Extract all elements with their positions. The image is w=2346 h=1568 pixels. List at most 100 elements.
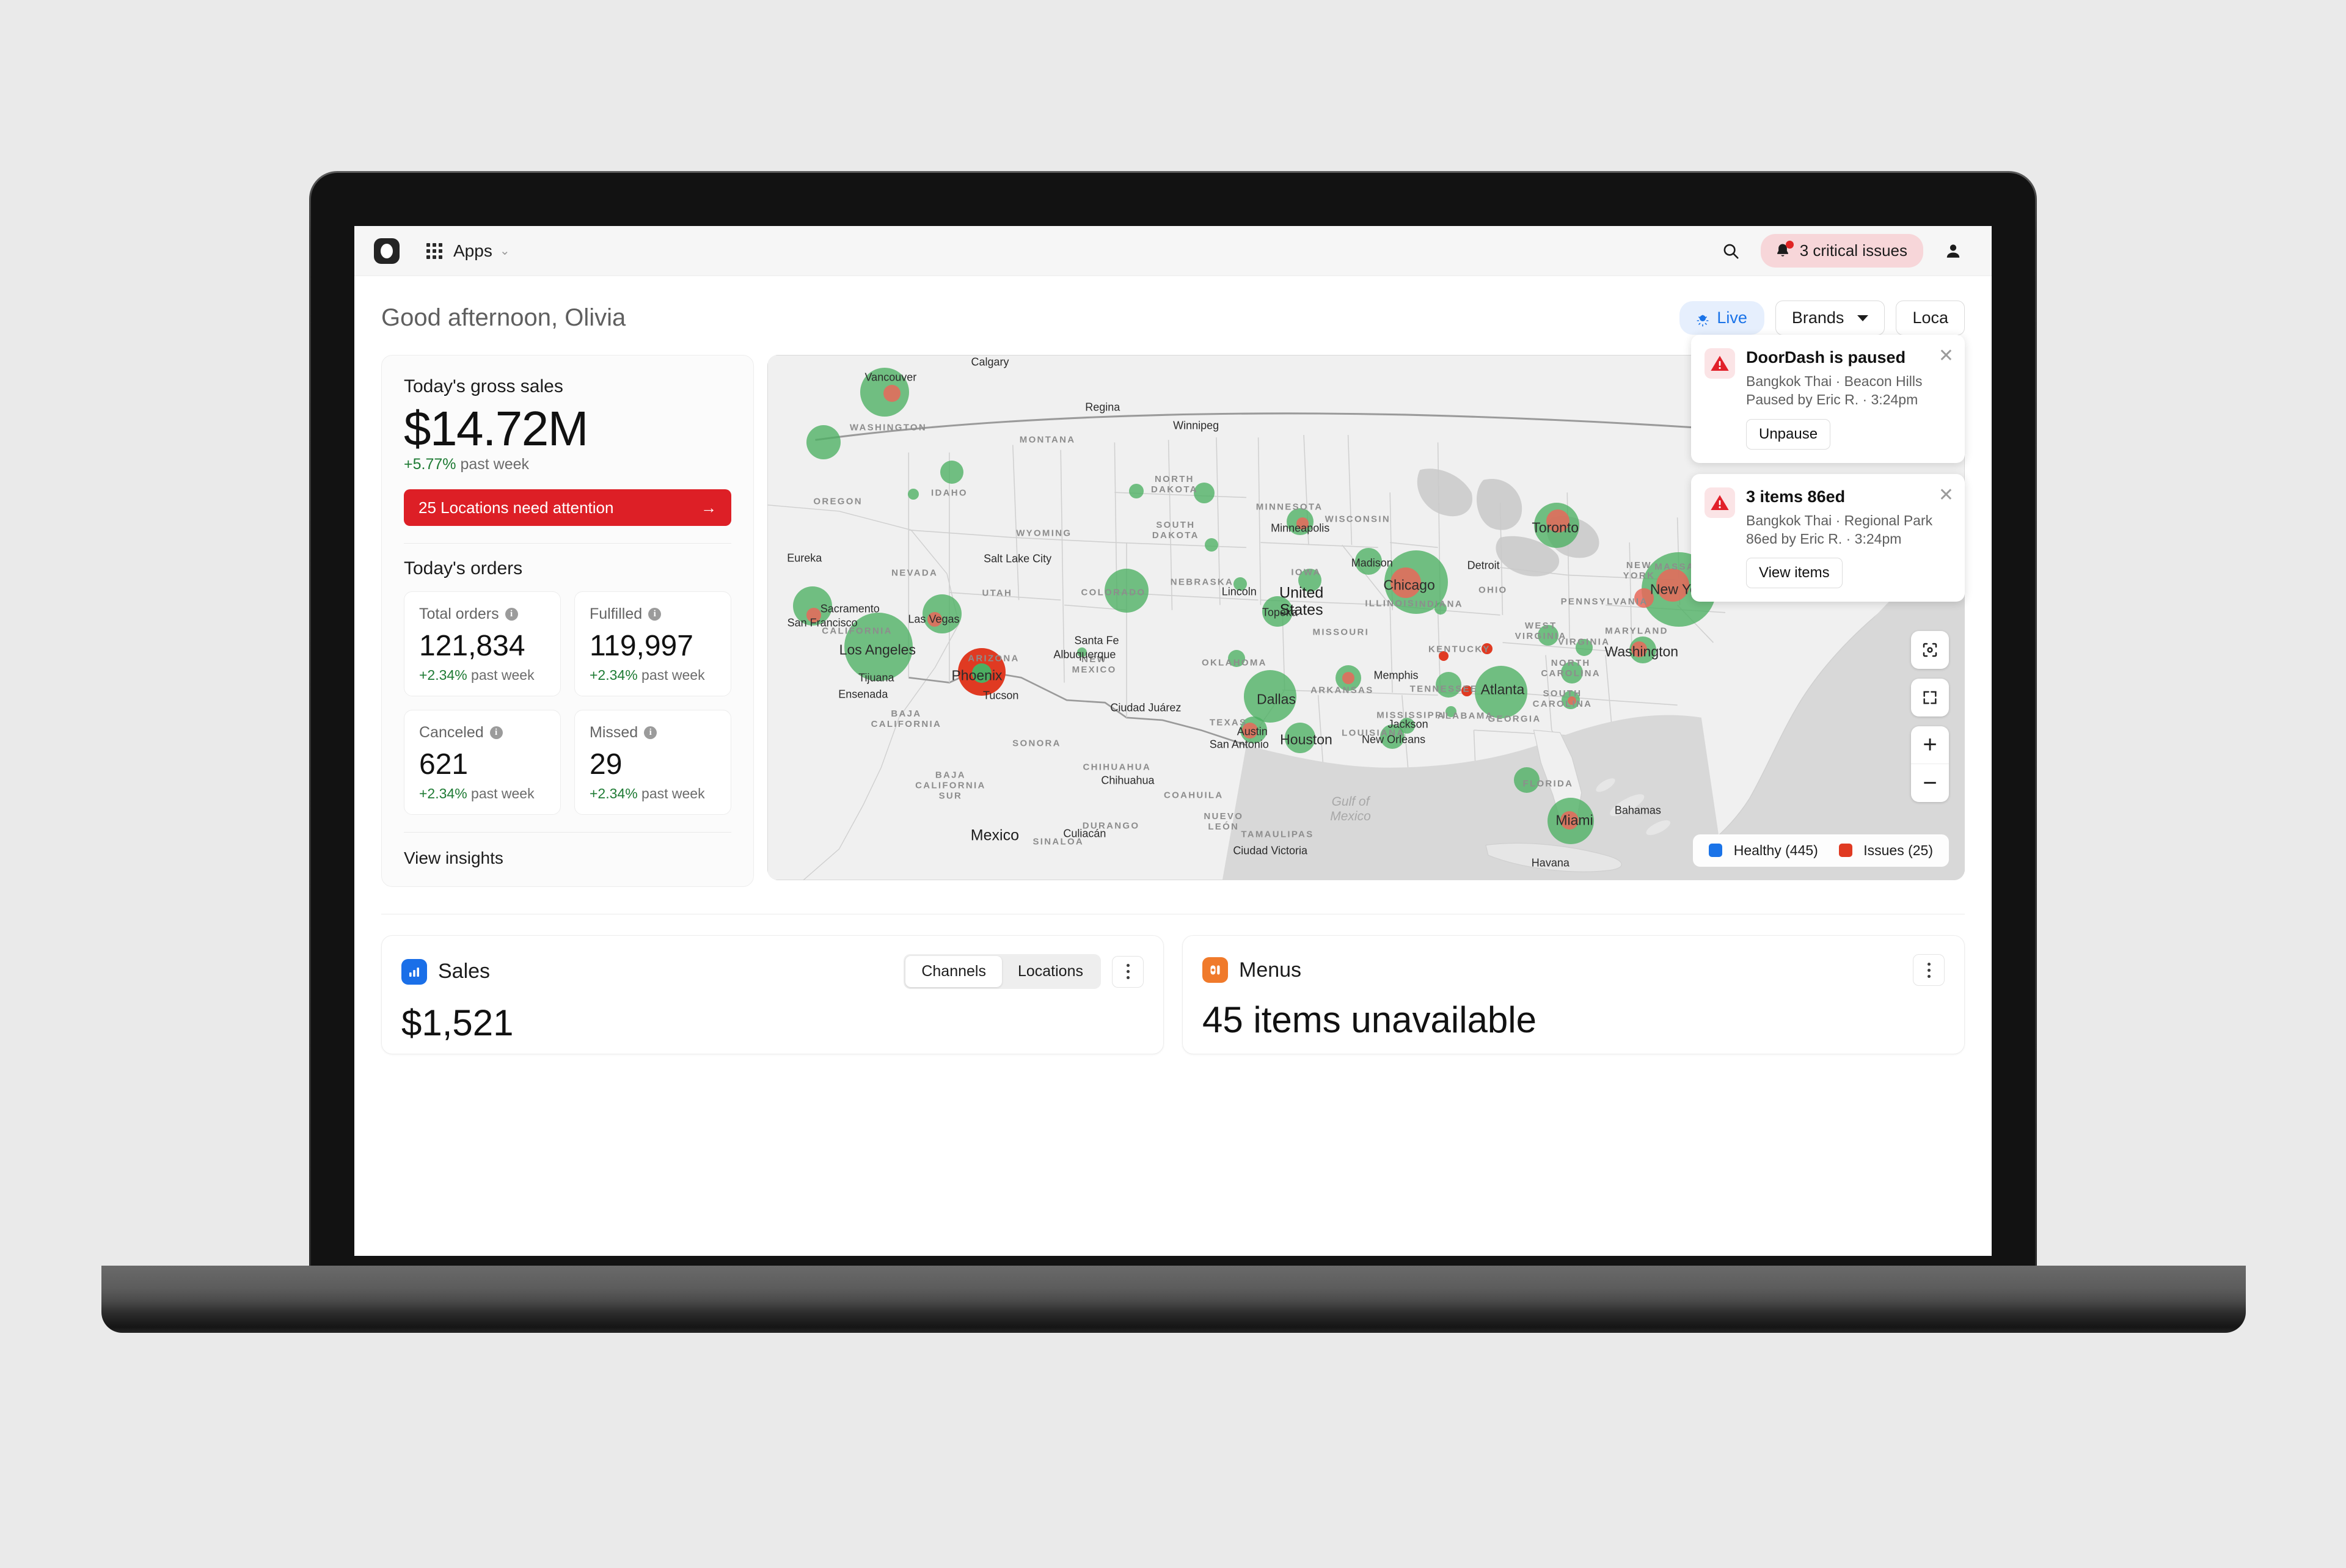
menus-panel-value: 45 items unavailable [1202,999,1537,1040]
map-bubble[interactable] [923,594,962,633]
view-insights-link[interactable]: View insights [404,848,731,868]
toast-doordash-paused[interactable]: DoorDash is paused Bangkok Thai · Beacon… [1691,335,1965,463]
map-bubble[interactable] [806,425,841,459]
map-bubble[interactable] [1241,722,1258,738]
more-options-icon[interactable] [1913,954,1945,986]
apps-grid-icon[interactable] [426,242,442,259]
metric-label: Canceled [419,724,484,741]
menus-panel: Menus 45 items unavailable [1182,935,1965,1054]
map-bubble[interactable] [1445,706,1457,717]
info-icon[interactable]: i [505,608,518,621]
map-bubble[interactable] [883,384,901,402]
unpause-button[interactable]: Unpause [1746,418,1831,450]
zoom-in-button[interactable]: + [1911,726,1949,764]
map-bubble[interactable] [1568,696,1577,705]
toast-items-86ed[interactable]: 3 items 86ed Bangkok Thai · Regional Par… [1691,473,1965,602]
map-bubble[interactable] [1262,596,1293,627]
metric-card[interactable]: Canceled i 621 +2.34% past week [404,710,561,815]
gross-sales-value: $14.72M [404,401,588,456]
map-bubble[interactable] [1546,509,1569,533]
info-icon[interactable]: i [648,608,662,621]
map-bubble[interactable] [1228,650,1246,668]
segment-locations[interactable]: Locations [1002,956,1099,987]
map-bubble[interactable] [1105,569,1149,613]
info-icon[interactable]: i [489,726,503,739]
metric-card[interactable]: Fulfilled i 119,997 +2.34% past week [574,591,731,696]
map-bubble[interactable] [1194,483,1215,504]
map-bubble[interactable] [1461,685,1472,697]
map-bubble[interactable] [1285,722,1316,753]
map-bubble[interactable] [1342,671,1354,684]
metric-label-row: Canceled i [419,724,546,742]
map-bubble[interactable] [1575,639,1593,657]
map-bubble[interactable] [1398,718,1415,734]
locations-select[interactable]: Loca [1896,301,1965,335]
laptop-mockup: Apps ⌄ 3 critical issues Good afternoon,… [101,171,2246,1333]
arrow-right-icon: → [701,498,717,517]
map-bubble[interactable] [1233,577,1248,591]
zoom-controls: + − [1911,726,1949,802]
map-bubble[interactable] [1244,670,1297,723]
live-label: Live [1717,308,1747,327]
map-bubble[interactable] [1354,547,1382,575]
locations-need-attention-button[interactable]: 25 Locations need attention → [404,489,731,526]
more-options-icon[interactable] [1112,955,1144,988]
critical-issues-button[interactable]: 3 critical issues [1760,234,1923,268]
toast-line1: Bangkok Thai · Regional Park [1746,512,1933,528]
laptop-base [101,1266,2246,1333]
map-bubble[interactable] [844,613,913,682]
map-bubble[interactable] [806,607,822,622]
fullscreen-icon[interactable] [1911,679,1949,717]
map-bubble[interactable] [1296,517,1309,530]
search-icon[interactable] [1714,235,1747,268]
map-bubble[interactable] [1128,483,1144,498]
metric-delta-pct: +2.34% [419,667,467,683]
map-bubble[interactable] [1434,602,1447,615]
map-bubble[interactable] [1205,538,1219,552]
live-toggle[interactable]: Live [1679,301,1764,335]
menus-panel-title: Menus [1239,958,1302,982]
notification-stack: DoorDash is paused Bangkok Thai · Beacon… [1691,335,1965,613]
map-bubble[interactable] [1631,641,1647,657]
map-bubble[interactable] [1561,662,1584,684]
legend-label-issues: Issues (25) [1863,842,1933,858]
segment-channels[interactable]: Channels [905,956,1002,987]
map-bubble[interactable] [1298,568,1321,592]
locations-label: Loca [1912,308,1948,327]
metric-value: 119,997 [590,630,693,662]
map-bubble[interactable] [1537,625,1559,646]
metric-card[interactable]: Missed i 29 +2.34% past week [574,710,731,815]
close-icon[interactable]: ✕ [1939,486,1954,505]
map-bubble[interactable] [1390,567,1421,599]
map-bubble[interactable] [1634,588,1654,608]
chevron-down-icon[interactable]: ⌄ [500,243,510,258]
map-bubble[interactable] [1560,811,1579,830]
legend-item-healthy: Healthy (445) [1709,842,1818,859]
map-bubble[interactable] [927,612,943,627]
zoom-out-button[interactable]: − [1911,764,1949,802]
map-bubble[interactable] [1656,568,1689,602]
map-bubble[interactable] [1077,647,1087,657]
apps-menu-label[interactable]: Apps [453,241,492,261]
recenter-icon[interactable] [1911,631,1949,669]
map-bubble[interactable] [1436,672,1462,698]
map-bubble[interactable] [940,460,963,484]
app-bar: Apps ⌄ 3 critical issues [354,226,1992,276]
legend-label-healthy: Healthy (445) [1733,842,1818,858]
person-icon[interactable] [1937,235,1970,268]
map-bubble[interactable] [908,488,919,500]
metric-card[interactable]: Total orders i 121,834 +2.34% past week [404,591,561,696]
map-legend: Healthy (445) Issues (25) [1693,834,1949,867]
map-bubble[interactable] [1475,666,1528,719]
map-bubble[interactable] [1481,643,1493,654]
logo-mark-icon[interactable] [374,238,400,264]
toast-title: 3 items 86ed [1746,487,1846,506]
map-bubble[interactable] [971,663,992,684]
map-controls: + − [1911,631,1949,802]
map-bubble[interactable] [1513,767,1540,793]
map-bubble[interactable] [1439,651,1449,661]
view-items-button[interactable]: View items [1746,558,1843,589]
info-icon[interactable]: i [644,726,657,739]
brands-select[interactable]: Brands [1775,301,1885,335]
close-icon[interactable]: ✕ [1939,347,1954,365]
